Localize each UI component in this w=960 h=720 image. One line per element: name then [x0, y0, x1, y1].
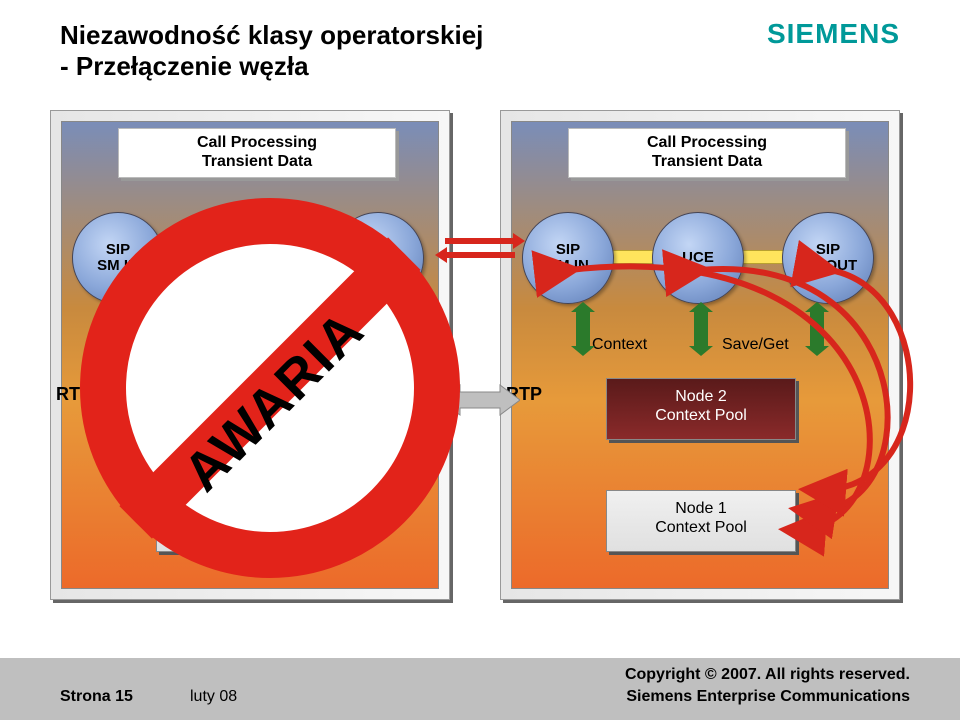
rtp-label-left: RTP — [56, 384, 92, 405]
title-line1: Niezawodność klasy operatorskiej — [60, 20, 483, 50]
title-line2: - Przełączenie węzła — [60, 51, 309, 81]
siemens-logo: SIEMENS — [767, 18, 900, 50]
red-curve-arrows — [500, 210, 920, 610]
page-number: Strona 15 — [60, 688, 133, 706]
green-arrow — [126, 312, 140, 346]
circle-sip-smout-left: SIP SM OUT — [332, 212, 424, 304]
circle-uce-left: UCE — [202, 212, 294, 304]
circle-sip-smin-left: SIP SM IN — [72, 212, 164, 304]
pool-node2-left: Node 2 Context Pool — [156, 490, 346, 552]
copyright: Copyright © 2007. All rights reserved. — [625, 666, 910, 684]
node-frame-left: 1 Call Processing Transient Data SIP SM … — [50, 110, 450, 600]
diagram: 1 Call Processing Transient Data SIP SM … — [50, 110, 910, 610]
footer-date: luty 08 — [190, 688, 237, 706]
callproc-box-left: Call Processing Transient Data — [118, 128, 396, 178]
company-name: Siemens Enterprise Communications — [626, 688, 910, 706]
context-label-left: Context Save/Get — [152, 336, 278, 354]
node-inner-left: Call Processing Transient Data SIP SM IN… — [61, 121, 439, 589]
callproc-box-right: Call Processing Transient Data — [568, 128, 846, 178]
footer: Strona 15 luty 08 Copyright © 2007. All … — [0, 658, 960, 720]
